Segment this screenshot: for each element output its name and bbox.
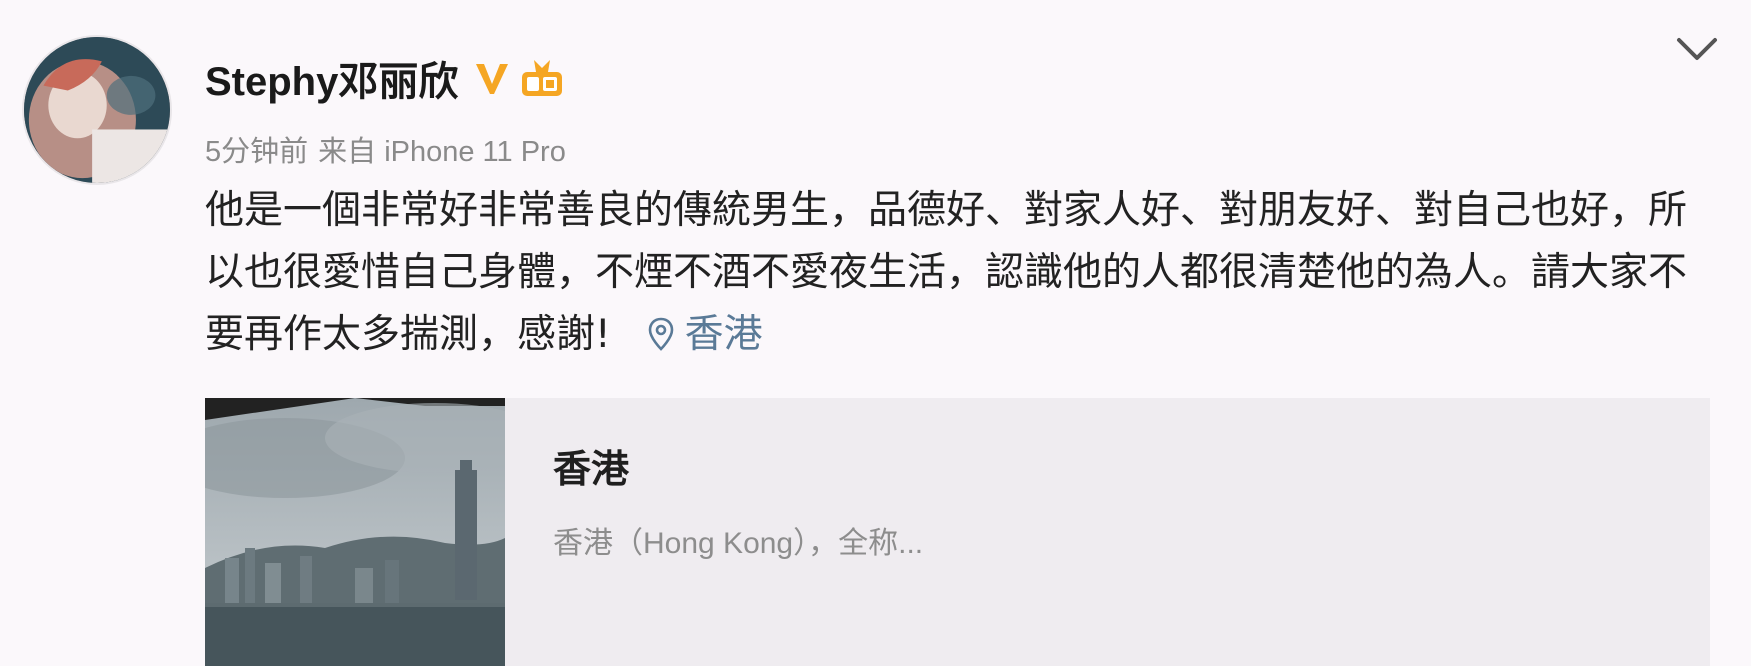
author-name[interactable]: Stephy邓丽欣 (205, 49, 458, 107)
location-card-thumbnail (205, 398, 505, 666)
location-link[interactable]: 香港 (647, 304, 763, 366)
chevron-down-icon[interactable] (1675, 34, 1719, 64)
post-source: 来自 iPhone 11 Pro (318, 136, 566, 168)
level-badge-icon (518, 56, 566, 100)
location-pin-icon (648, 317, 673, 351)
post-meta: 5分钟前 来自 iPhone 11 Pro (205, 128, 566, 170)
location-link-label: 香港 (684, 312, 763, 357)
post-text: 他是一個非常好非常善良的傳統男生，品德好、對家人好、對朋友好、對自己也好，所以也… (205, 180, 1710, 366)
location-card[interactable]: 香港 香港（Hong Kong），全称... (205, 398, 1710, 666)
location-card-description: 香港（Hong Kong），全称... (553, 527, 924, 560)
location-card-title: 香港 (553, 447, 630, 491)
avatar-image (24, 37, 170, 183)
post-header: Stephy邓丽欣 (205, 48, 566, 108)
post-time[interactable]: 5分钟前 (205, 136, 308, 168)
verified-v-icon (472, 58, 512, 98)
post-body: 他是一個非常好非常善良的傳統男生，品德好、對家人好、對朋友好、對自己也好，所以也… (205, 188, 1688, 357)
weibo-post: Stephy邓丽欣 5分钟前 来自 iPhone 11 Pro 他是一個非常好非常… (0, 0, 1751, 666)
avatar[interactable] (22, 35, 172, 185)
